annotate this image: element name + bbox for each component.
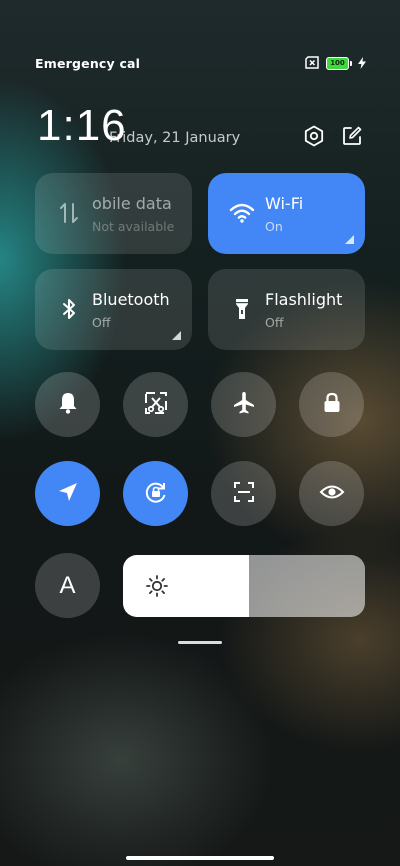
mobile-data-tile[interactable]: obile data Not available: [35, 173, 192, 254]
battery-level: 100: [326, 56, 349, 70]
charging-icon: [358, 54, 366, 73]
bluetooth-tile[interactable]: Bluetooth Off: [35, 269, 192, 350]
carrier-text: Emergency calls o: [35, 55, 139, 71]
font-size-button[interactable]: A: [35, 553, 100, 618]
bell-icon: [55, 390, 81, 420]
eye-icon: [319, 479, 345, 509]
bluetooth-label: Bluetooth: [92, 290, 170, 309]
location-icon: [55, 479, 81, 509]
location-button[interactable]: [35, 461, 100, 526]
mobile-data-icon: [56, 200, 82, 226]
bluetooth-status: Off: [92, 315, 111, 330]
airplane-mode-button[interactable]: [211, 372, 276, 437]
rotation-lock-button[interactable]: [123, 461, 188, 526]
wifi-tile[interactable]: Wi-Fi On: [208, 173, 365, 254]
brightness-slider[interactable]: [123, 555, 365, 617]
wifi-label: Wi-Fi: [265, 194, 304, 213]
silent-mode-button[interactable]: [35, 372, 100, 437]
lock-icon: [319, 390, 345, 420]
mobile-data-status: Not available: [92, 219, 175, 234]
screenshot-icon: [143, 390, 169, 420]
flashlight-status: Off: [265, 315, 284, 330]
font-size-label: A: [59, 571, 76, 599]
home-indicator[interactable]: [126, 856, 274, 860]
airplane-icon: [231, 390, 257, 420]
flashlight-label: Flashlight: [265, 290, 343, 309]
brightness-fill: [123, 555, 249, 617]
flashlight-tile[interactable]: Flashlight Off: [208, 269, 365, 350]
scanner-button[interactable]: [211, 461, 276, 526]
no-sim-icon: [304, 54, 320, 73]
wifi-icon: [229, 200, 255, 226]
battery-icon: 100: [326, 56, 352, 70]
edit-icon[interactable]: [341, 125, 363, 147]
lock-screen-button[interactable]: [299, 372, 364, 437]
settings-icon[interactable]: [303, 125, 325, 147]
bluetooth-expand-icon[interactable]: [172, 331, 181, 340]
flashlight-icon: [229, 296, 255, 322]
brightness-icon: [145, 574, 169, 598]
screenshot-button[interactable]: [123, 372, 188, 437]
date: Friday, 21 January: [109, 130, 241, 146]
scanner-icon: [231, 479, 257, 509]
bluetooth-icon: [56, 296, 82, 322]
rotation-lock-icon: [143, 479, 169, 509]
panel-handle[interactable]: [178, 641, 222, 644]
reading-mode-button[interactable]: [299, 461, 364, 526]
wifi-expand-icon[interactable]: [345, 235, 354, 244]
status-bar: Emergency calls o 100: [35, 52, 366, 74]
mobile-data-label: obile data: [92, 194, 172, 213]
wifi-status: On: [265, 219, 283, 234]
status-icons: 100: [304, 54, 366, 73]
